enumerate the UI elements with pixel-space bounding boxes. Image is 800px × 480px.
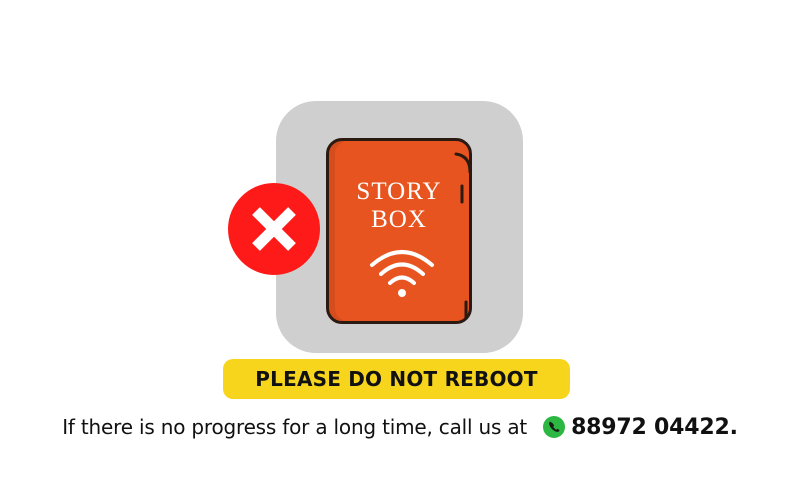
- error-x-icon: [228, 183, 320, 275]
- device-title-line1: STORY: [356, 178, 442, 205]
- device-title-line2: BOX: [371, 206, 427, 233]
- wifi-icon: [370, 250, 434, 297]
- whatsapp-phone-icon: [543, 416, 566, 438]
- support-phone-number[interactable]: 88972 04422.: [571, 415, 738, 440]
- support-message-text: If there is no progress for a long time,…: [62, 415, 528, 439]
- no-internet-screen: STORY BOX PLEASE DO NOT REBOOT If there …: [0, 0, 800, 480]
- support-message: If there is no progress for a long time,…: [0, 407, 800, 447]
- story-box-device-illustration: STORY BOX: [326, 138, 472, 324]
- do-not-reboot-banner: PLEASE DO NOT REBOOT: [223, 359, 570, 399]
